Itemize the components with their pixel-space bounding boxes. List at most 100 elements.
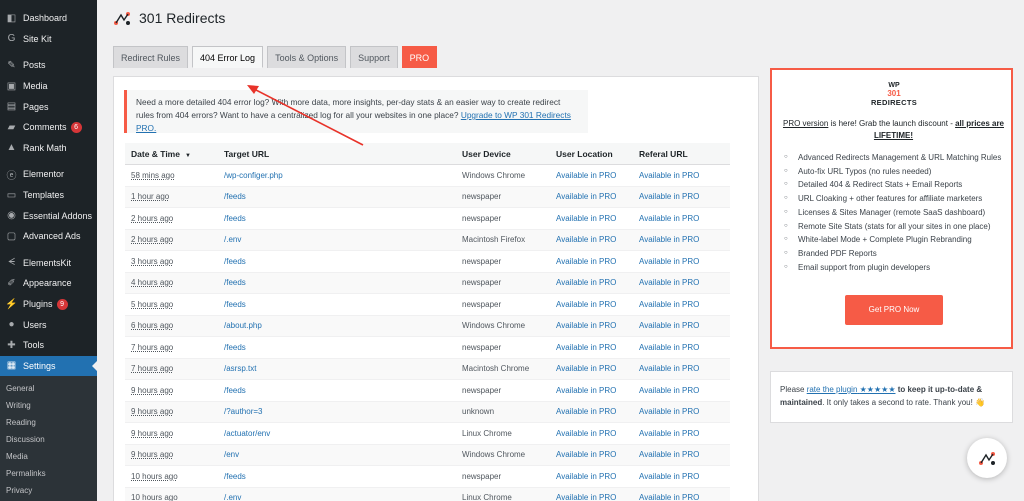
cell-referal-url[interactable]: Available in PRO (633, 278, 730, 287)
cell-user-device: newspaper (462, 471, 502, 481)
submenu-item-writing[interactable]: Writing (0, 397, 97, 414)
cell-target-url[interactable]: /feeds (218, 278, 456, 287)
sidebar-item-label: Comments (23, 122, 67, 133)
cell-referal-url[interactable]: Available in PRO (633, 493, 730, 501)
sidebar-item-plugins[interactable]: ⚡ Plugins 9 (0, 294, 97, 315)
cell-target-url[interactable]: /actuator/env (218, 429, 456, 438)
cell-user-location[interactable]: Available in PRO (550, 429, 633, 438)
cell-user-location[interactable]: Available in PRO (550, 493, 633, 501)
cell-referal-url[interactable]: Available in PRO (633, 450, 730, 459)
tab-tools-options[interactable]: Tools & Options (267, 46, 347, 68)
table-row: 10 hours ago/feeds newspaper Available in … (125, 466, 730, 488)
tab-redirect-rules[interactable]: Redirect Rules (113, 46, 189, 68)
cell-date-time: 10 hours ago (131, 493, 178, 501)
cell-user-location[interactable]: Available in PRO (550, 386, 633, 395)
sidebar-item-pages[interactable]: ▤ Pages (0, 96, 97, 117)
tab-support[interactable]: Support (350, 46, 398, 68)
cell-target-url[interactable]: /feeds (218, 257, 456, 266)
cell-target-url[interactable]: /env (218, 450, 456, 459)
cell-target-url[interactable]: /feeds (218, 300, 456, 309)
rate-plugin-link[interactable]: rate the plugin ★★★★★ (807, 385, 896, 394)
sidebar-item-settings[interactable]: ▦ Settings (0, 355, 97, 377)
cell-target-url[interactable]: /feeds (218, 472, 456, 481)
floating-help-button[interactable] (967, 438, 1007, 478)
table-body: 58 mins ago/wp-configer.php Windows Chrom… (125, 165, 730, 501)
submenu-item-media[interactable]: Media (0, 448, 97, 465)
cell-user-location[interactable]: Available in PRO (550, 278, 633, 287)
cell-user-location[interactable]: Available in PRO (550, 214, 633, 223)
cell-user-location[interactable]: Available in PRO (550, 257, 633, 266)
cell-target-url[interactable]: /.env (218, 493, 456, 501)
cell-referal-url[interactable]: Available in PRO (633, 257, 730, 266)
sidebar-item-templates[interactable]: ▭ Templates (0, 185, 97, 206)
cell-user-device: newspaper (462, 342, 502, 352)
cell-user-device: newspaper (462, 385, 502, 395)
cell-target-url[interactable]: /wp-configer.php (218, 171, 456, 180)
cell-referal-url[interactable]: Available in PRO (633, 407, 730, 416)
pro-promo-box: WP 301 REDIRECTS PRO version is here! Gr… (770, 68, 1013, 349)
tab-404-error-log[interactable]: 404 Error Log (192, 46, 264, 68)
cell-user-location[interactable]: Available in PRO (550, 407, 633, 416)
sidebar-item-elementor[interactable]: ⓔ Elementor (0, 164, 97, 185)
sidebar-item-elementskit[interactable]: ᗕ ElementsKit (0, 253, 97, 274)
table-row: 9 hours ago /?author=3 unknown Available in… (125, 401, 730, 423)
cell-referal-url[interactable]: Available in PRO (633, 364, 730, 373)
cell-user-location[interactable]: Available in PRO (550, 171, 633, 180)
cell-target-url[interactable]: /feeds (218, 192, 456, 201)
cell-user-location[interactable]: Available in PRO (550, 192, 633, 201)
submenu-item-permalinks[interactable]: Permalinks (0, 465, 97, 482)
sidebar-item-comments[interactable]: ▰ Comments 6 (0, 117, 97, 138)
cell-target-url[interactable]: /?author=3 (218, 407, 456, 416)
cell-referal-url[interactable]: Available in PRO (633, 235, 730, 244)
cell-target-url[interactable]: /feeds (218, 386, 456, 395)
sidebar-item-label: Users (23, 319, 47, 330)
cell-referal-url[interactable]: Available in PRO (633, 343, 730, 352)
cell-user-location[interactable]: Available in PRO (550, 472, 633, 481)
cell-user-location[interactable]: Available in PRO (550, 235, 633, 244)
column-date-time[interactable]: Date & Time ▼ (125, 149, 218, 159)
cell-user-location[interactable]: Available in PRO (550, 364, 633, 373)
column-target-url: Target URL (224, 148, 270, 159)
table-row: 2 hours ago /.env Macintosh Firefox Availab… (125, 229, 730, 251)
sidebar-item-advanced-ads[interactable]: ▢ Advanced Ads (0, 226, 97, 247)
get-pro-button[interactable]: Get PRO Now (845, 295, 943, 325)
sidebar-item-dashboard[interactable]: ◧ Dashboard (0, 8, 97, 29)
cell-referal-url[interactable]: Available in PRO (633, 472, 730, 481)
cell-referal-url[interactable]: Available in PRO (633, 192, 730, 201)
submenu-item-general[interactable]: General (0, 380, 97, 397)
feature-item: White-label Mode + Complete Plugin Rebra… (784, 233, 1006, 247)
tab-pro[interactable]: PRO (401, 46, 438, 68)
sidebar-item-tools[interactable]: ✚ Tools (0, 335, 97, 356)
cell-user-location[interactable]: Available in PRO (550, 300, 633, 309)
sidebar-item-users[interactable]: ● Users (0, 314, 97, 335)
feature-item: Auto-fix URL Typos (no rules needed) (784, 165, 1006, 179)
folder-icon: ▭ (6, 189, 17, 201)
cell-referal-url[interactable]: Available in PRO (633, 300, 730, 309)
sidebar-item-appearance[interactable]: ✐ Appearance (0, 273, 97, 294)
submenu-item-discussion[interactable]: Discussion (0, 431, 97, 448)
cell-referal-url[interactable]: Available in PRO (633, 386, 730, 395)
cell-referal-url[interactable]: Available in PRO (633, 429, 730, 438)
cell-user-location[interactable]: Available in PRO (550, 450, 633, 459)
cell-referal-url[interactable]: Available in PRO (633, 214, 730, 223)
cell-target-url[interactable]: /about.php (218, 321, 456, 330)
sidebar-item-media[interactable]: ▣ Media (0, 76, 97, 97)
cell-target-url[interactable]: /feeds (218, 214, 456, 223)
pro-version-link[interactable]: PRO version (783, 119, 828, 128)
cell-referal-url[interactable]: Available in PRO (633, 321, 730, 330)
cell-user-location[interactable]: Available in PRO (550, 343, 633, 352)
cell-referal-url[interactable]: Available in PRO (633, 171, 730, 180)
page-header: 301 Redirects (113, 10, 225, 26)
sidebar-item-site-kit[interactable]: G Site Kit (0, 29, 97, 50)
cell-target-url[interactable]: /feeds (218, 343, 456, 352)
submenu-item-privacy[interactable]: Privacy (0, 482, 97, 499)
sidebar-item-essential-addons[interactable]: ◉ Essential Addons (0, 205, 97, 226)
cell-target-url[interactable]: /.env (218, 235, 456, 244)
cell-target-url[interactable]: /asrsp.txt (218, 364, 456, 373)
submenu-item-reading[interactable]: Reading (0, 414, 97, 431)
sidebar-item-rank-math[interactable]: ▲ Rank Math (0, 138, 97, 159)
cell-user-location[interactable]: Available in PRO (550, 321, 633, 330)
sidebar-item-posts[interactable]: ✎ Posts (0, 55, 97, 76)
user-icon: ● (8, 319, 15, 331)
cell-date-time: 2 hours ago (131, 235, 174, 245)
